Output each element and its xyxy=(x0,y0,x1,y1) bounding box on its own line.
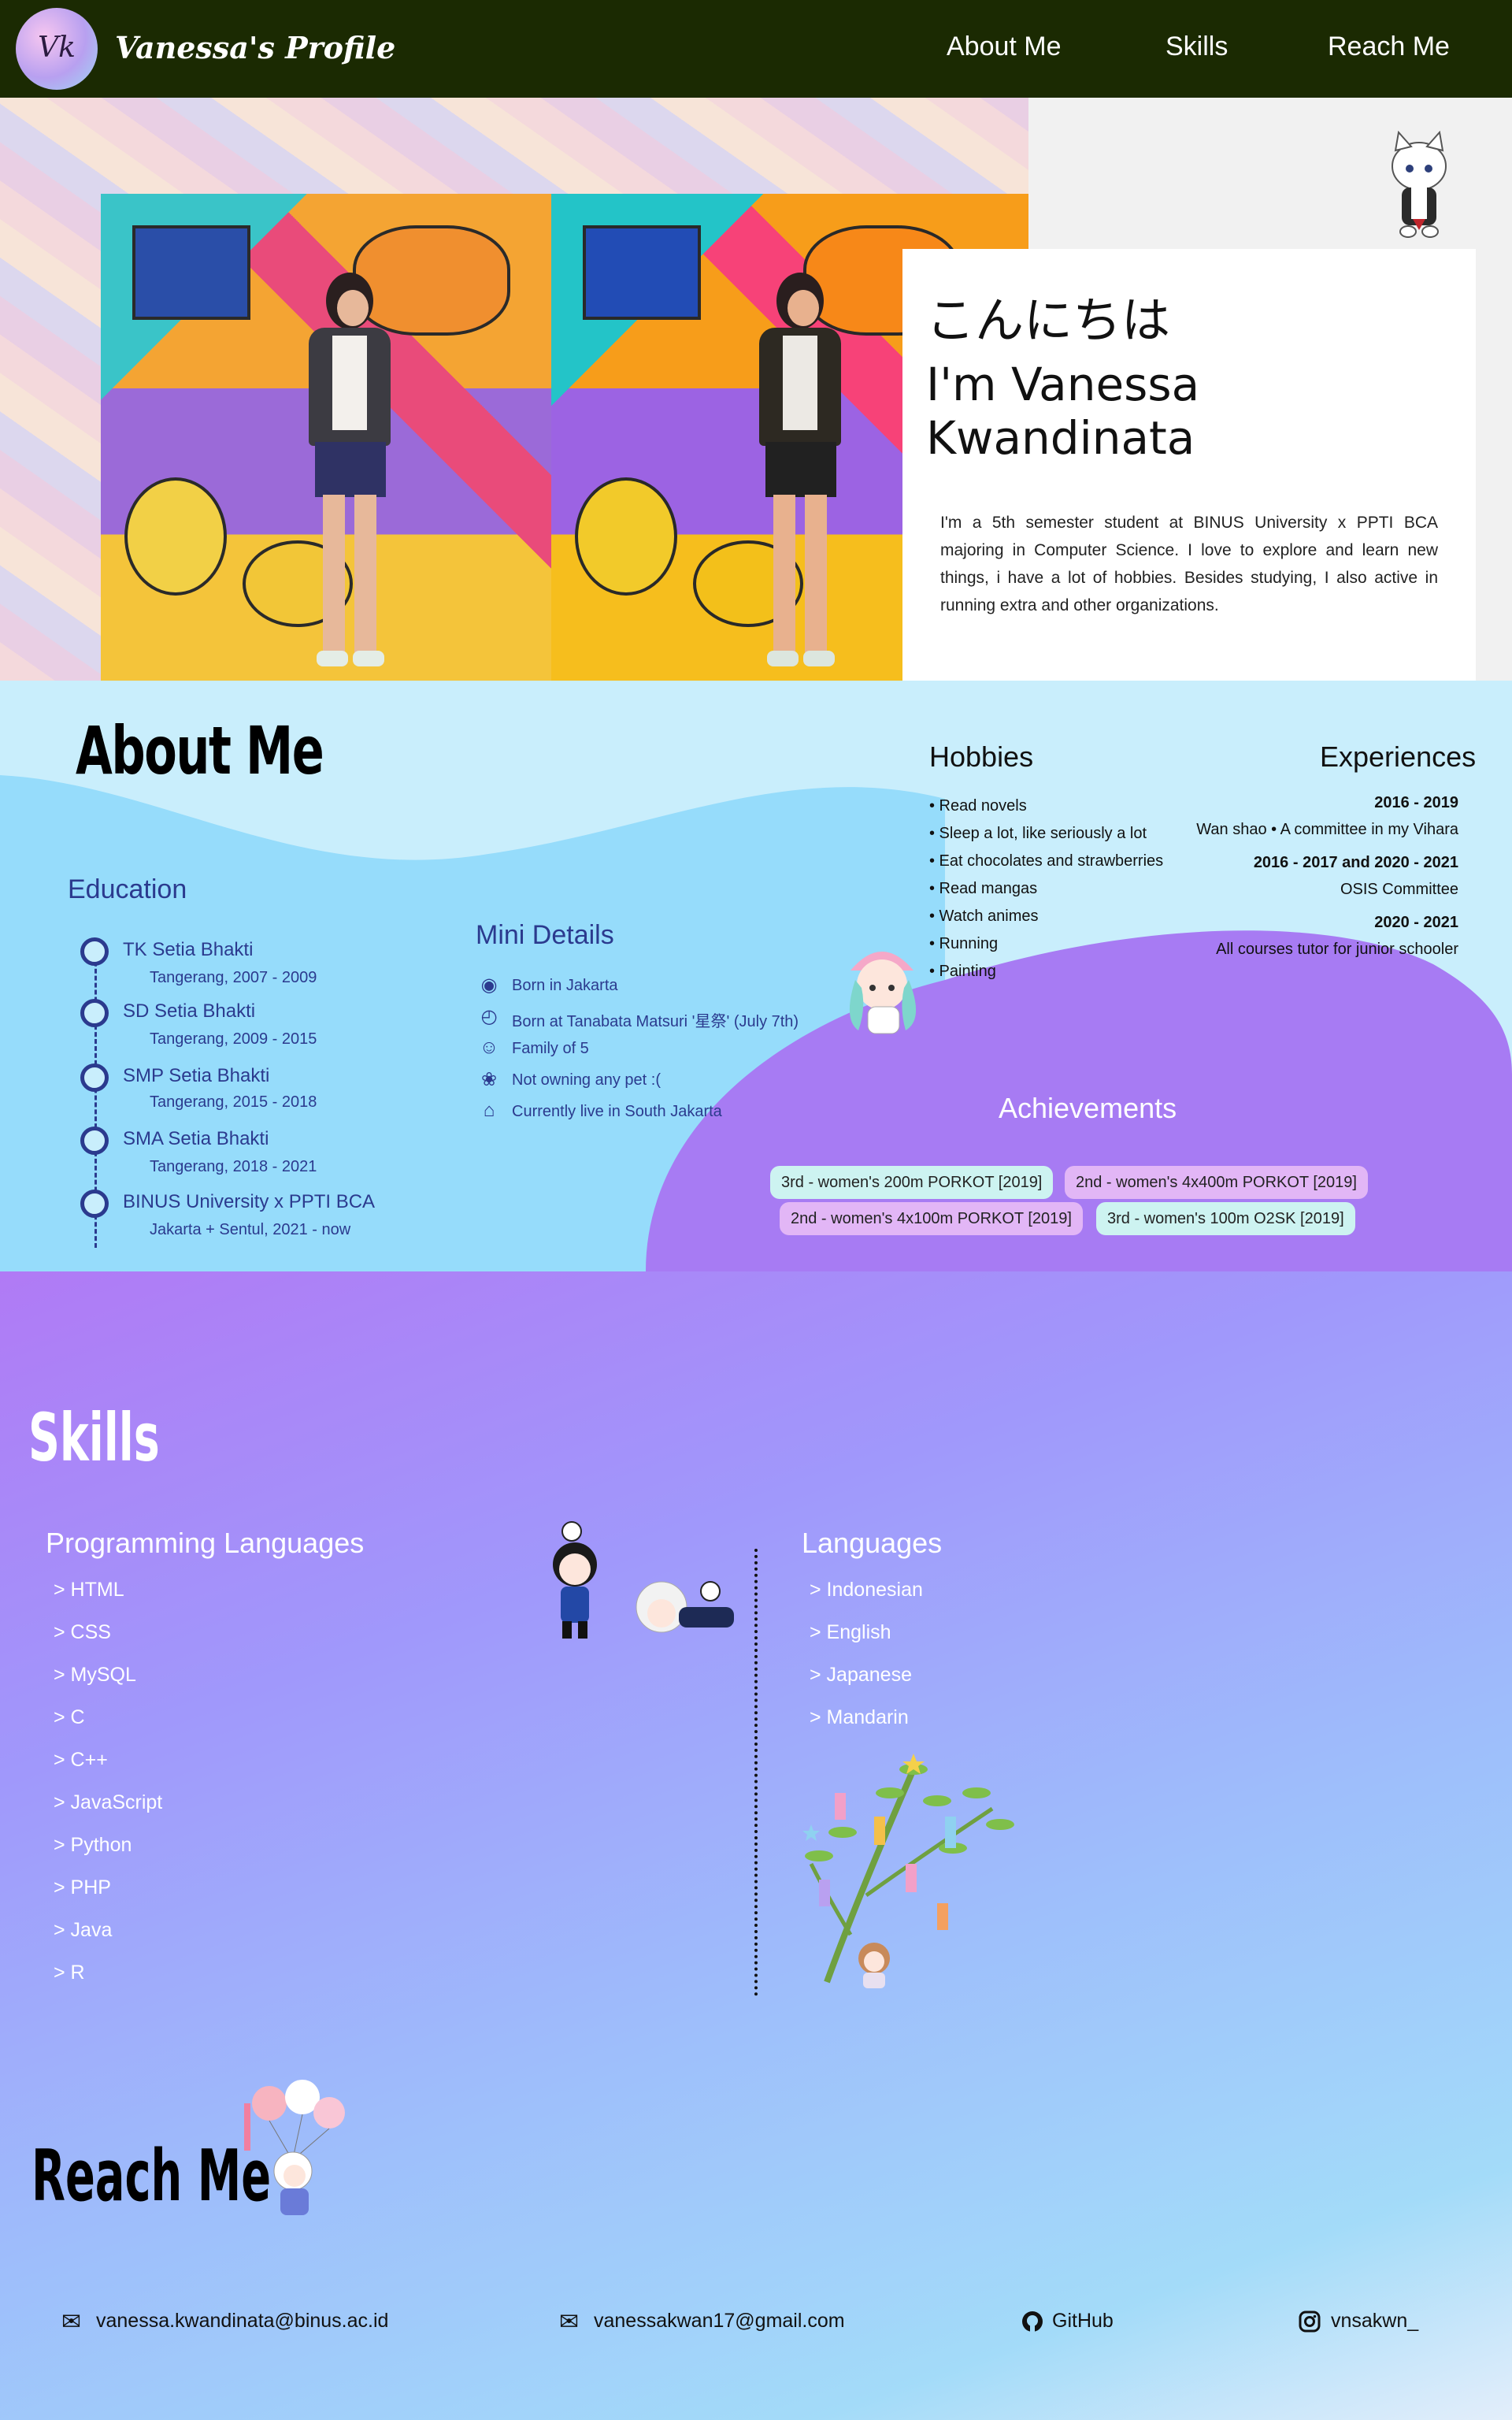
contact-email-binus[interactable]: vanessa.kwandinata@binus.ac.id xyxy=(96,2310,388,2333)
intro-card: こんにちは I'm Vanessa Kwandinata I'm a 5th s… xyxy=(902,249,1476,687)
education-item-sub: Jakarta + Sentul, 2021 - now xyxy=(150,1221,351,1238)
nav-link-skills[interactable]: Skills xyxy=(1166,32,1228,62)
programming-item: > Java xyxy=(54,1919,113,1941)
education-item-name: SMA Setia Bhakti xyxy=(123,1128,269,1149)
programming-item: > MySQL xyxy=(54,1664,136,1686)
language-item: > Indonesian xyxy=(810,1579,923,1601)
achievement-badge: 3rd - women's 100m O2SK [2019] xyxy=(1096,1202,1355,1235)
profile-photo-left xyxy=(101,194,551,681)
programming-item: > HTML xyxy=(54,1579,124,1601)
timeline-dot xyxy=(80,999,109,1027)
timeline-dot xyxy=(80,937,109,966)
greeting: こんにちは xyxy=(926,291,1171,349)
nav-link-about-me[interactable]: About Me xyxy=(947,32,1062,62)
contact-email-gmail[interactable]: vanessakwan17@gmail.com xyxy=(594,2310,845,2333)
about-section: About Me Education TK Setia Bhakti Tange… xyxy=(0,681,1512,1271)
top-navbar: Vk Vanessa's Profile About Me Skills Rea… xyxy=(0,0,1512,98)
mail-icon: ✉ xyxy=(559,2309,580,2335)
programming-item: > C xyxy=(54,1706,85,1728)
experience-desc: OSIS Committee xyxy=(1340,881,1458,898)
education-item-sub: Tangerang, 2009 - 2015 xyxy=(150,1030,317,1048)
timeline-dot xyxy=(80,1190,109,1218)
education-item-sub: Tangerang, 2018 - 2021 xyxy=(150,1158,317,1175)
reach-me-title: Reach Me xyxy=(32,2135,272,2218)
hobby-item: • Read mangas xyxy=(929,880,1038,897)
hobby-item: • Painting xyxy=(929,963,996,980)
experience-year: 2016 - 2019 xyxy=(1374,794,1458,811)
mini-detail-text: Family of 5 xyxy=(512,1040,589,1057)
languages-title: Languages xyxy=(802,1527,943,1559)
hobby-item: • Sleep a lot, like seriously a lot xyxy=(929,825,1147,842)
programming-item: > JavaScript xyxy=(54,1791,163,1813)
experience-desc: Wan shao • A committee in my Vihara xyxy=(1196,821,1458,838)
language-item: > Mandarin xyxy=(810,1706,909,1728)
programming-item: > R xyxy=(54,1962,85,1984)
logo-text: Vk xyxy=(38,32,76,64)
hobby-item: • Eat chocolates and strawberries xyxy=(929,852,1164,870)
mini-details-title: Mini Details xyxy=(476,920,614,950)
experiences-title: Experiences xyxy=(1320,740,1477,773)
hobby-item: • Watch animes xyxy=(929,908,1039,925)
education-item-name: BINUS University x PPTI BCA xyxy=(123,1191,376,1212)
users-icon: ☺ xyxy=(479,1037,499,1058)
brand-title[interactable]: Vanessa's Profile xyxy=(115,30,395,65)
experience-year: 2016 - 2017 and 2020 - 2021 xyxy=(1253,854,1458,871)
skills-title: Skills xyxy=(28,1399,160,1476)
experience-desc: All courses tutor for junior schooler xyxy=(1216,941,1458,958)
home-icon: ⌂ xyxy=(483,1100,495,1121)
instagram-icon xyxy=(1299,2311,1321,2333)
github-icon xyxy=(1022,2311,1043,2332)
experience-year: 2020 - 2021 xyxy=(1374,914,1458,931)
education-title: Education xyxy=(68,874,187,904)
programming-item: > PHP xyxy=(54,1876,111,1899)
education-item-sub: Tangerang, 2015 - 2018 xyxy=(150,1093,317,1111)
nav-link-reach-me[interactable]: Reach Me xyxy=(1328,32,1450,62)
mini-detail-text: Currently live in South Jakarta xyxy=(512,1103,722,1120)
chibi-girl-illustration xyxy=(849,952,917,1034)
paw-icon: ❀ xyxy=(480,1069,498,1090)
achievement-badge: 3rd - women's 200m PORKOT [2019] xyxy=(770,1166,1054,1199)
education-item-name: SMP Setia Bhakti xyxy=(123,1065,270,1086)
about-title: About Me xyxy=(76,712,324,789)
mail-icon: ✉ xyxy=(61,2309,82,2335)
language-item: > English xyxy=(810,1621,891,1643)
chibi-soccer-illustration xyxy=(553,1521,734,1639)
hobby-item: • Read novels xyxy=(929,797,1027,815)
contact-instagram-link[interactable]: vnsakwn_ xyxy=(1331,2310,1418,2333)
mini-detail-text: Born in Jakarta xyxy=(512,977,618,994)
hobby-item: • Running xyxy=(929,935,999,952)
language-item: > Japanese xyxy=(810,1664,912,1686)
achievement-badge: 2nd - women's 4x100m PORKOT [2019] xyxy=(780,1202,1083,1235)
map-pin-icon: ◉ xyxy=(480,974,498,996)
tanabata-tree-illustration xyxy=(802,1754,1014,1988)
timeline-dot xyxy=(80,1126,109,1155)
mini-detail-text: Born at Tanabata Matsuri '星祭' (July 7th) xyxy=(512,1013,799,1030)
programming-item: > C++ xyxy=(54,1749,108,1771)
skills-divider xyxy=(754,1549,758,1996)
hobbies-title: Hobbies xyxy=(929,740,1034,773)
clock-icon: ◴ xyxy=(480,1006,498,1027)
contact-github-link[interactable]: GitHub xyxy=(1052,2310,1114,2333)
programming-item: > Python xyxy=(54,1834,132,1856)
intro-paragraph: I'm a 5th semester student at BINUS Univ… xyxy=(940,514,1438,614)
education-item-name: SD Setia Bhakti xyxy=(123,1000,256,1022)
logo-avatar[interactable]: Vk xyxy=(16,8,98,90)
achievement-badge: 2nd - women's 4x400m PORKOT [2019] xyxy=(1065,1166,1368,1199)
achievements-title: Achievements xyxy=(999,1092,1177,1124)
programming-languages-title: Programming Languages xyxy=(46,1527,365,1559)
hero-name: I'm Vanessa Kwandinata xyxy=(926,358,1200,465)
mini-detail-text: Not owning any pet :( xyxy=(512,1071,661,1089)
education-item-name: TK Setia Bhakti xyxy=(123,939,254,960)
chibi-cat-illustration xyxy=(1392,131,1447,238)
education-item-sub: Tangerang, 2007 - 2009 xyxy=(150,969,317,986)
programming-item: > CSS xyxy=(54,1621,111,1643)
timeline-dot xyxy=(80,1063,109,1092)
